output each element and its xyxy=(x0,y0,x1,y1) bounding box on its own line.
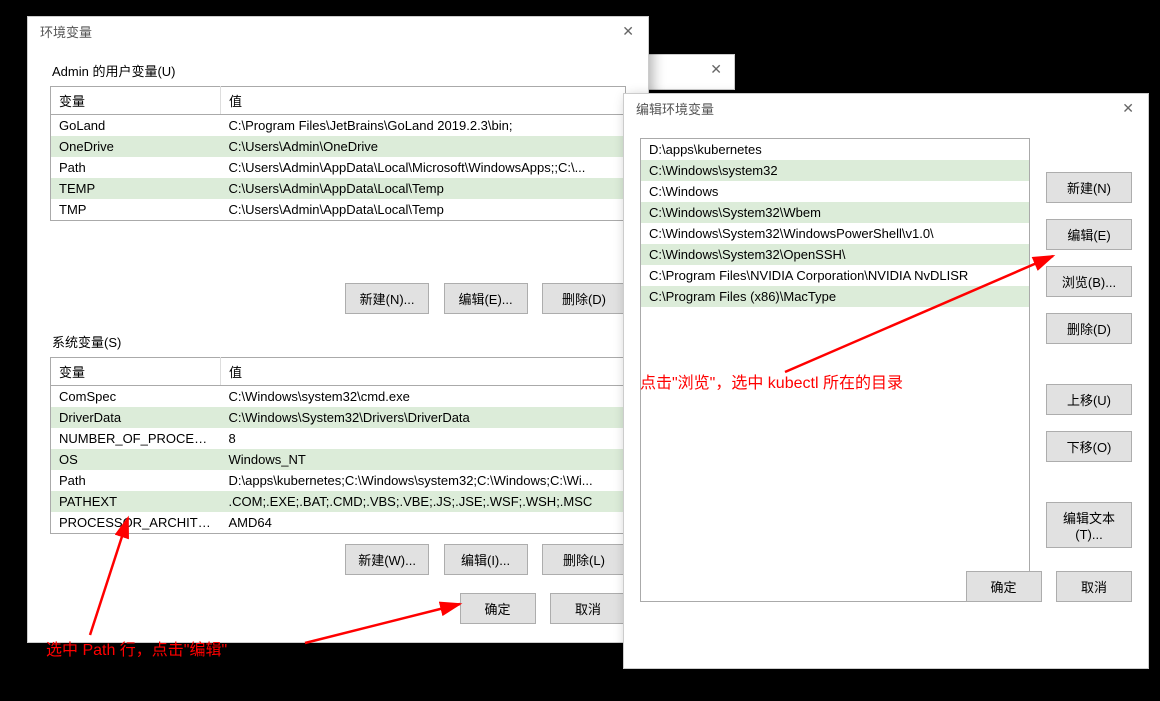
browse-button[interactable]: 浏览(B)... xyxy=(1046,266,1132,297)
list-item[interactable]: D:\apps\kubernetes xyxy=(641,139,1029,160)
var-name: Path xyxy=(51,470,221,491)
cancel-button[interactable]: 取消 xyxy=(550,593,626,624)
var-name: OS xyxy=(51,449,221,470)
table-row[interactable]: PROCESSOR_ARCHITECT...AMD64 xyxy=(51,512,626,534)
col-header-value[interactable]: 值 xyxy=(221,87,626,115)
list-item[interactable]: C:\Windows\System32\OpenSSH\ xyxy=(641,244,1029,265)
sys-vars-table[interactable]: 变量 值 ComSpecC:\Windows\system32\cmd.exeD… xyxy=(50,357,626,534)
var-name: TMP xyxy=(51,199,221,221)
list-item[interactable]: C:\Program Files\NVIDIA Corporation\NVID… xyxy=(641,265,1029,286)
env-variables-dialog: 环境变量 ✕ Admin 的用户变量(U) 变量 值 GoLandC:\Prog… xyxy=(27,16,649,643)
table-row[interactable]: GoLandC:\Program Files\JetBrains\GoLand … xyxy=(51,115,626,137)
path-entries-list[interactable]: D:\apps\kubernetesC:\Windows\system32C:\… xyxy=(640,138,1030,602)
var-value: C:\Users\Admin\AppData\Local\Microsoft\W… xyxy=(221,157,626,178)
var-value: 8 xyxy=(221,428,626,449)
var-value: C:\Windows\System32\Drivers\DriverData xyxy=(221,407,626,428)
table-row[interactable]: DriverDataC:\Windows\System32\Drivers\Dr… xyxy=(51,407,626,428)
table-row[interactable]: OSWindows_NT xyxy=(51,449,626,470)
dialog-footer: 确定 取消 xyxy=(50,593,626,624)
table-row[interactable]: ComSpecC:\Windows\system32\cmd.exe xyxy=(51,386,626,408)
ok-button[interactable]: 确定 xyxy=(966,571,1042,602)
background-dialog-peek: ✕ xyxy=(645,54,735,90)
new-button[interactable]: 新建(N) xyxy=(1046,172,1132,203)
col-header-variable[interactable]: 变量 xyxy=(51,358,221,386)
list-item[interactable]: C:\Windows xyxy=(641,181,1029,202)
movedown-button[interactable]: 下移(O) xyxy=(1046,431,1132,462)
edittext-button[interactable]: 编辑文本(T)... xyxy=(1046,502,1132,548)
dialog-title: 环境变量 xyxy=(40,22,92,41)
var-value: C:\Users\Admin\AppData\Local\Temp xyxy=(221,199,626,221)
table-row[interactable]: OneDriveC:\Users\Admin\OneDrive xyxy=(51,136,626,157)
table-row[interactable]: PathD:\apps\kubernetes;C:\Windows\system… xyxy=(51,470,626,491)
col-header-variable[interactable]: 变量 xyxy=(51,87,221,115)
var-name: PROCESSOR_ARCHITECT... xyxy=(51,512,221,534)
new-user-button[interactable]: 新建(N)... xyxy=(345,283,429,314)
var-value: D:\apps\kubernetes;C:\Windows\system32;C… xyxy=(221,470,626,491)
cancel-button[interactable]: 取消 xyxy=(1056,571,1132,602)
ok-button[interactable]: 确定 xyxy=(460,593,536,624)
list-item[interactable]: C:\Windows\System32\WindowsPowerShell\v1… xyxy=(641,223,1029,244)
table-row[interactable]: PATHEXT.COM;.EXE;.BAT;.CMD;.VBS;.VBE;.JS… xyxy=(51,491,626,512)
var-name: Path xyxy=(51,157,221,178)
user-vars-table[interactable]: 变量 值 GoLandC:\Program Files\JetBrains\Go… xyxy=(50,86,626,221)
var-name: ComSpec xyxy=(51,386,221,408)
var-name: OneDrive xyxy=(51,136,221,157)
titlebar: 编辑环境变量 ✕ xyxy=(624,94,1148,122)
sys-vars-label: 系统变量(S) xyxy=(52,332,626,351)
var-value: AMD64 xyxy=(221,512,626,534)
var-value: Windows_NT xyxy=(221,449,626,470)
var-value: C:\Users\Admin\OneDrive xyxy=(221,136,626,157)
var-value: C:\Program Files\JetBrains\GoLand 2019.2… xyxy=(221,115,626,137)
var-value: C:\Windows\system32\cmd.exe xyxy=(221,386,626,408)
list-item[interactable]: C:\Program Files (x86)\MacType xyxy=(641,286,1029,307)
user-vars-buttons: 新建(N)... 编辑(E)... 删除(D) xyxy=(50,283,626,314)
new-sys-button[interactable]: 新建(W)... xyxy=(345,544,429,575)
user-vars-label: Admin 的用户变量(U) xyxy=(52,61,626,80)
edit-user-button[interactable]: 编辑(E)... xyxy=(444,283,528,314)
var-value: .COM;.EXE;.BAT;.CMD;.VBS;.VBE;.JS;.JSE;.… xyxy=(221,491,626,512)
var-name: DriverData xyxy=(51,407,221,428)
dialog-title: 编辑环境变量 xyxy=(636,99,714,118)
close-icon[interactable]: ✕ xyxy=(704,59,728,80)
sys-vars-buttons: 新建(W)... 编辑(I)... 删除(L) xyxy=(50,544,626,575)
titlebar: 环境变量 ✕ xyxy=(28,17,648,45)
close-icon[interactable]: ✕ xyxy=(1116,98,1140,119)
var-name: TEMP xyxy=(51,178,221,199)
edit-buttons-column: 新建(N) 编辑(E) 浏览(B)... 删除(D) 上移(U) 下移(O) 编… xyxy=(1046,172,1132,564)
edit-env-dialog: 编辑环境变量 ✕ D:\apps\kubernetesC:\Windows\sy… xyxy=(623,93,1149,669)
edit-sys-button[interactable]: 编辑(I)... xyxy=(444,544,528,575)
table-row[interactable]: TEMPC:\Users\Admin\AppData\Local\Temp xyxy=(51,178,626,199)
close-icon[interactable]: ✕ xyxy=(616,21,640,42)
var-name: PATHEXT xyxy=(51,491,221,512)
col-header-value[interactable]: 值 xyxy=(221,358,626,386)
table-row[interactable]: PathC:\Users\Admin\AppData\Local\Microso… xyxy=(51,157,626,178)
edit-button[interactable]: 编辑(E) xyxy=(1046,219,1132,250)
list-item[interactable]: C:\Windows\system32 xyxy=(641,160,1029,181)
var-name: NUMBER_OF_PROCESSORS xyxy=(51,428,221,449)
delete-user-button[interactable]: 删除(D) xyxy=(542,283,626,314)
var-name: GoLand xyxy=(51,115,221,137)
delete-sys-button[interactable]: 删除(L) xyxy=(542,544,626,575)
moveup-button[interactable]: 上移(U) xyxy=(1046,384,1132,415)
table-row[interactable]: TMPC:\Users\Admin\AppData\Local\Temp xyxy=(51,199,626,221)
list-item[interactable]: C:\Windows\System32\Wbem xyxy=(641,202,1029,223)
table-row[interactable]: NUMBER_OF_PROCESSORS8 xyxy=(51,428,626,449)
delete-button[interactable]: 删除(D) xyxy=(1046,313,1132,344)
var-value: C:\Users\Admin\AppData\Local\Temp xyxy=(221,178,626,199)
